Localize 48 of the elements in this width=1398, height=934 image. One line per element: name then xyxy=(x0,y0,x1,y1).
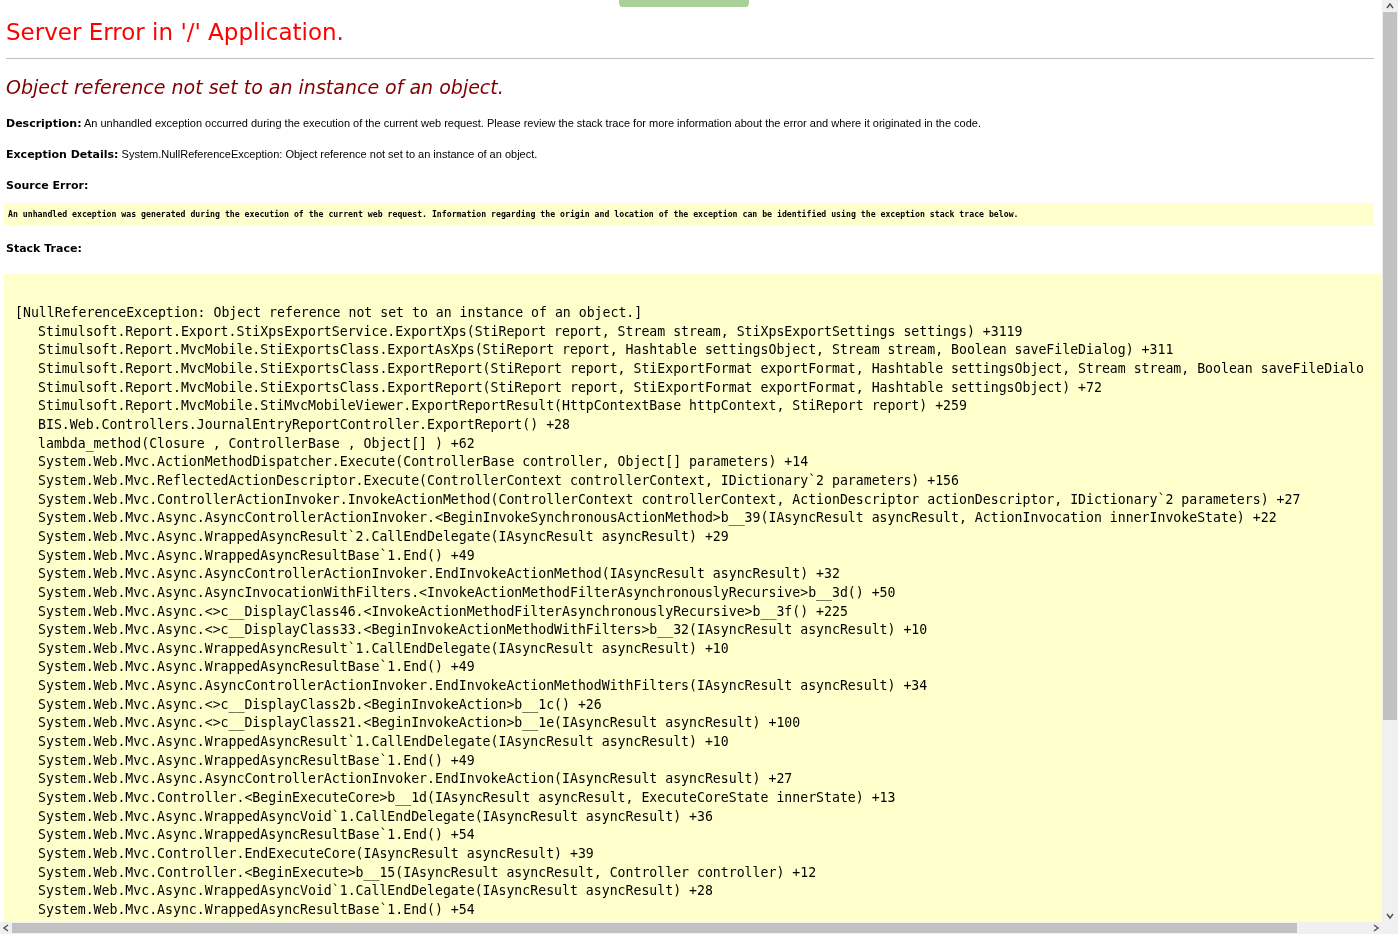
exception-header: [NullReferenceException: Object reference not set to an instance of an object.] xyxy=(15,304,643,322)
stack-frame: Stimulsoft.Report.Export.StiXpsExportService.ExportXps(StiReport report, Stream stream, StiXpsExportSettings settings) +3119 xyxy=(15,322,1023,342)
stack-frame: System.Web.Mvc.Controller.<BeginExecute>b__15(IAsyncResult asyncResult, Controller controller) +12 xyxy=(15,863,817,883)
description-text: Description: An unhandled exception occurred during the execution of the current web request. Please review the stack trace for more information about the error and where it originated in the code. xyxy=(6,116,983,131)
stack-frame: System.Web.Mvc.Async.WrappedAsyncResultBase`1.End() +49 xyxy=(15,751,475,771)
scroll-left-icon[interactable] xyxy=(1,923,11,933)
stack-trace-label: Stack Trace: xyxy=(6,242,83,256)
stack-frame: System.Web.Mvc.Async.WrappedAsyncResult`2.CallEndDelegate(IAsyncResult asyncResult) +29 xyxy=(15,527,729,547)
stack-frame: System.Web.Mvc.Controller.<BeginExecuteCore>b__1d(IAsyncResult asyncResult, ExecuteCoreState innerState) +13 xyxy=(15,789,896,808)
stack-frame: System.Web.Mvc.Async.WrappedAsyncVoid`1.CallEndDelegate(IAsyncResult asyncResult) +28 xyxy=(15,882,713,901)
stack-frame: Stimulsoft.Report.MvcMobile.StiExportsClass.ExportAsXps(StiReport report, Hashtable settingsObject, Stream stream, Boolean saveFileDialog) +311 xyxy=(15,341,1174,360)
stack-frame: System.Web.Mvc.Async.AsyncControllerActionInvoker.EndInvokeActionMethod(IAsyncResult asyncResult) +32 xyxy=(15,565,840,584)
stack-frame: System.Web.Mvc.Async.AsyncControllerActionInvoker.<BeginInvokeSynchronousActionMethod>b__39(IAsyncResult asyncResult, ActionInvocation innerInvokeState) +22 xyxy=(15,509,1277,528)
error-message: Object reference not set to an instance of an object. xyxy=(6,75,505,100)
stack-frame: Stimulsoft.Report.MvcMobile.StiExportsClass.ExportReport(StiReport report, StiExportFormat exportFormat, Hashtable settingsObject, Stream stream, Boolean saveFileDialo xyxy=(15,359,1364,379)
scroll-down-icon[interactable] xyxy=(1385,911,1395,921)
stack-frame: lambda_method(Closure , ControllerBase , Object[] ) +62 xyxy=(15,434,475,454)
horizontal-scrollbar[interactable] xyxy=(0,922,1382,934)
scroll-right-icon[interactable] xyxy=(1371,923,1381,933)
stack-frame: System.Web.Mvc.Async.AsyncInvocationWithFilters.<InvokeActionMethodFilterAsynchronouslyRecursive>b__3d() +50 xyxy=(15,583,896,603)
stack-frame: System.Web.Mvc.Async.WrappedAsyncResult`1.CallEndDelegate(IAsyncResult asyncResult) +10 xyxy=(15,733,729,752)
stack-frame: System.Web.Mvc.Async.WrappedAsyncResultBase`1.End() +54 xyxy=(15,901,475,920)
source-error-label: Source Error: xyxy=(6,179,90,193)
stack-frame: Stimulsoft.Report.MvcMobile.StiMvcMobileViewer.ExportReportResult(HttpContextBase httpContext, StiReport report) +259 xyxy=(15,397,967,416)
vertical-scrollbar[interactable] xyxy=(1382,0,1398,922)
page-title: Server Error in '/' Application. xyxy=(6,18,345,47)
stack-frame: System.Web.Mvc.Async.<>c__DisplayClass2b.<BeginInvokeAction>b__1c() +26 xyxy=(15,695,602,715)
stack-frame: System.Web.Mvc.Async.WrappedAsyncResultBase`1.End() +54 xyxy=(15,826,475,846)
scrollbar-thumb[interactable] xyxy=(12,923,1297,933)
exception-details-text: Exception Details: System.NullReferenceException: Object reference not set to an instance of an object. xyxy=(6,147,539,162)
source-error-text: An unhandled exception was generated during the execution of the current web request. Information regarding the origin and location of the exception can be identified using the exception stack trace below. xyxy=(4,203,1374,225)
stack-frame: System.Web.Mvc.Async.<>c__DisplayClass46.<InvokeActionMethodFilterAsynchronouslyRecursive>b__3f() +225 xyxy=(15,602,848,622)
stack-frame: System.Web.Mvc.Async.<>c__DisplayClass33.<BeginInvokeActionMethodWithFilters>b__32(IAsyncResult asyncResult) +10 xyxy=(15,621,928,640)
stack-frame: System.Web.Mvc.Async.<>c__DisplayClass21.<BeginInvokeAction>b__1e(IAsyncResult asyncResult) +100 xyxy=(15,714,801,734)
stack-frame: System.Web.Mvc.Controller.EndExecuteCore(IAsyncResult asyncResult) +39 xyxy=(15,845,594,864)
stack-frame: System.Web.Mvc.Async.AsyncControllerActionInvoker.EndInvokeAction(IAsyncResult asyncResult) +27 xyxy=(15,770,793,790)
stack-frame: System.Web.Mvc.ActionMethodDispatcher.Execute(ControllerBase controller, Object[] parameters) +14 xyxy=(15,453,809,472)
stack-frame: System.Web.Mvc.Async.WrappedAsyncVoid`1.CallEndDelegate(IAsyncResult asyncResult) +36 xyxy=(15,807,713,827)
stack-frame: System.Web.Mvc.Async.WrappedAsyncResult`1.CallEndDelegate(IAsyncResult asyncResult) +10 xyxy=(15,639,729,659)
stack-frame: BIS.Web.Controllers.JournalEntryReportController.ExportReport() +28 xyxy=(15,415,570,435)
stack-frame: System.Web.Mvc.Async.AsyncControllerActionInvoker.EndInvokeActionMethodWithFilters(IAsyncResult asyncResult) +34 xyxy=(15,677,928,696)
scrollbar-thumb[interactable] xyxy=(1383,12,1397,720)
stack-frame: System.Web.Mvc.ControllerActionInvoker.InvokeActionMethod(ControllerContext controllerContext, ActionDescriptor actionDescriptor, IDictionary`2 parameters) +27 xyxy=(15,490,1301,510)
stack-frame: Stimulsoft.Report.MvcMobile.StiExportsClass.ExportReport(StiReport report, StiExportFormat exportFormat, Hashtable settingsObject) +72 xyxy=(15,378,1102,398)
scroll-up-icon[interactable] xyxy=(1385,1,1395,11)
stack-frame: System.Web.Mvc.Async.WrappedAsyncResultBase`1.End() +49 xyxy=(15,658,475,678)
stack-frame: System.Web.Mvc.Async.WrappedAsyncResultBase`1.End() +49 xyxy=(15,546,475,566)
stack-frame: System.Web.Mvc.ReflectedActionDescriptor.Execute(ControllerContext controllerContext, IDictionary`2 parameters) +156 xyxy=(15,471,959,491)
